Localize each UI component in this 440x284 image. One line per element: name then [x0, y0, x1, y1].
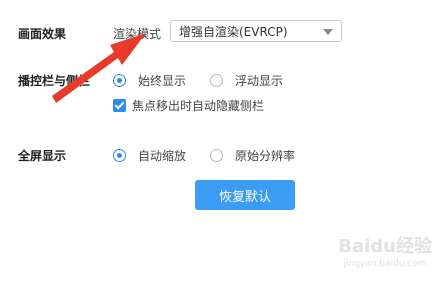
watermark-text: Baidu经验	[338, 236, 432, 257]
render-mode-select[interactable]: 增强自渲染(EVRCP)	[170, 20, 342, 42]
checkbox-label: 焦点移出时自动隐藏侧栏	[132, 99, 265, 113]
auto-hide-sidebar-checkbox[interactable]: 焦点移出时自动隐藏侧栏	[113, 97, 264, 114]
radio-selected-icon[interactable]	[113, 74, 126, 87]
radio-playbar-float-show[interactable]: 浮动显示	[210, 72, 283, 89]
radio-unselected-icon[interactable]	[210, 149, 223, 162]
radio-fullscreen-auto-scale[interactable]: 自动缩放	[113, 147, 186, 164]
checkbox-checked-icon[interactable]	[113, 99, 126, 112]
reset-default-button[interactable]: 恢复默认	[195, 180, 295, 210]
section-title-fullscreen: 全屏显示	[18, 149, 67, 163]
radio-label: 原始分辨率	[235, 149, 296, 163]
radio-unselected-icon[interactable]	[210, 74, 223, 87]
watermark-logo: Baidu经验	[338, 232, 432, 258]
radio-label: 自动缩放	[138, 149, 187, 163]
chevron-down-icon[interactable]	[323, 29, 333, 35]
radio-label: 浮动显示	[235, 74, 284, 88]
annotation-arrow-shape	[52, 33, 146, 103]
radio-selected-icon[interactable]	[113, 149, 126, 162]
section-title-playbar: 播控栏与侧栏	[18, 74, 91, 88]
render-mode-select-value: 增强自渲染(EVRCP)	[179, 24, 288, 39]
radio-fullscreen-original-resolution[interactable]: 原始分辨率	[210, 147, 295, 164]
render-mode-label: 渲染模式	[113, 27, 162, 41]
settings-panel: 画面效果 渲染模式 增强自渲染(EVRCP) 播控栏与侧栏 始终显示 浮动显示 …	[0, 0, 440, 284]
baidu-watermark: Baidu经验 jingyan.baidu.com	[338, 232, 432, 269]
radio-playbar-always-show[interactable]: 始终显示	[113, 72, 186, 89]
watermark-url: jingyan.baidu.com	[343, 259, 427, 269]
section-title-picture-effect: 画面效果	[18, 27, 67, 41]
radio-label: 始终显示	[138, 74, 187, 88]
